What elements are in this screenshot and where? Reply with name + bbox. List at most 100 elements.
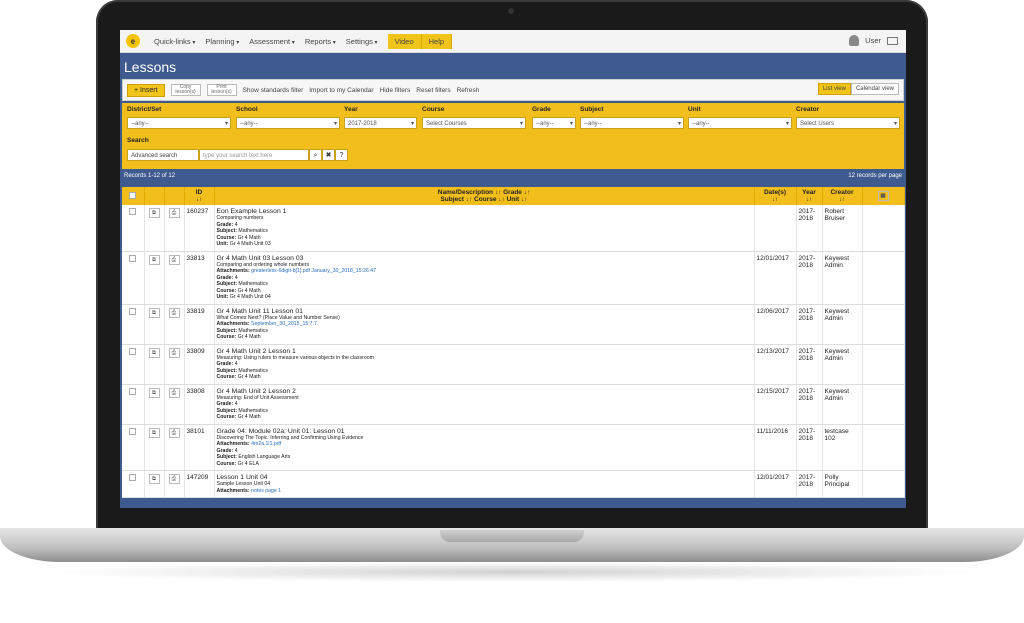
user-area: User — [849, 35, 898, 46]
search-icon[interactable]: ⌕ — [309, 149, 322, 161]
attachment-link[interactable]: September_30_2015_15:7:7 — [251, 321, 317, 327]
lesson-id: 33808 — [184, 384, 215, 425]
page-title: Lessons — [124, 59, 177, 75]
filters-panel: District/Set --any-- School --any-- Year… — [122, 103, 904, 169]
table-row[interactable]: ⧉ ⎙ 38101 Grade 04: Module 02a: Unit 01: Le… — [122, 424, 905, 471]
app-screen: e Quick-links Planning Assessment Report… — [120, 30, 906, 508]
row-checkbox[interactable] — [129, 387, 137, 395]
lesson-id: 147209 — [184, 470, 215, 498]
subject-select[interactable]: --any-- — [580, 117, 684, 130]
lesson-creator: Keywest Admin — [822, 304, 863, 345]
lesson-name[interactable]: Grade 04: Module 02a: Unit 01: Lesson 01 — [217, 428, 752, 435]
print-icon[interactable]: ⎙ — [168, 474, 180, 484]
print-icon[interactable]: ⎙ — [168, 254, 180, 265]
menu-quick-links[interactable]: Quick-links — [154, 37, 195, 46]
menu-video[interactable]: Video — [387, 33, 422, 49]
lesson-date: 12/15/2017 — [754, 384, 797, 425]
lesson-name[interactable]: Eon Example Lesson 1 — [217, 208, 752, 215]
row-checkbox[interactable] — [129, 307, 137, 315]
hide-filters-button[interactable]: Hide filters — [380, 87, 411, 94]
row-checkbox[interactable] — [129, 474, 137, 481]
date-header[interactable]: Date(s) ↓↑ — [754, 187, 797, 205]
column-settings-icon[interactable]: ▦ — [877, 191, 889, 201]
lesson-creator: testcase 102 — [822, 424, 863, 471]
lesson-creator: Robert Bruiser — [822, 205, 863, 252]
table-row[interactable]: ⧉ ⎙ 33819 Gr 4 Math Unit 11 Lesson 01 What C… — [122, 304, 905, 345]
copy-lessons-button[interactable]: Copy lesson(s) — [170, 84, 201, 96]
grade-label: Grade — [532, 106, 551, 113]
lesson-name[interactable]: Gr 4 Math Unit 2 Lesson 2 — [217, 388, 752, 395]
unit-select[interactable]: --any-- — [688, 117, 792, 130]
print-icon[interactable]: ⎙ — [168, 208, 180, 218]
calendar-view-button[interactable]: Calendar view — [850, 83, 899, 95]
print-icon[interactable]: ⎙ — [168, 427, 180, 438]
table-row[interactable]: ⧉ ⎙ 33813 Gr 4 Math Unit 03 Lesson 03 Compar… — [122, 251, 905, 305]
records-per-page[interactable]: 12 records per page — [848, 173, 902, 179]
lesson-name[interactable]: Gr 4 Math Unit 2 Lesson 1 — [217, 348, 752, 355]
menu-help[interactable]: Help — [421, 33, 453, 49]
insert-button[interactable]: + Insert — [127, 83, 165, 97]
mail-icon[interactable] — [887, 36, 898, 45]
lesson-creator: Keywest Admin — [822, 384, 863, 425]
row-checkbox[interactable] — [129, 208, 137, 215]
import-calendar-button[interactable]: Import to my Calendar — [309, 87, 373, 94]
clear-search-icon[interactable]: ✖ — [322, 149, 335, 161]
print-lessons-button[interactable]: Print lesson(s) — [206, 84, 237, 96]
lesson-details: Gr 4 Math Unit 11 Lesson 01 What Comes Ne… — [214, 304, 755, 345]
copy-icon[interactable]: ⧉ — [148, 427, 160, 438]
row-checkbox[interactable] — [129, 347, 137, 355]
app-logo[interactable]: e — [126, 34, 140, 48]
lesson-year: 2017-2018 — [796, 205, 823, 252]
print-icon[interactable]: ⎙ — [168, 307, 180, 318]
year-header[interactable]: Year ↓↑ — [796, 187, 823, 205]
user-menu[interactable]: User — [865, 36, 881, 45]
reset-filters-button[interactable]: Reset filters — [416, 87, 450, 94]
lesson-name[interactable]: Gr 4 Math Unit 03 Lesson 03 — [217, 255, 752, 262]
menu-reports[interactable]: Reports — [305, 37, 336, 46]
copy-icon[interactable]: ⧉ — [148, 347, 160, 358]
table-row[interactable]: ⧉ ⎙ 147209 Lesson 1 Unit 04 Sample Lesson Un… — [122, 470, 905, 498]
table-row[interactable]: ⧉ ⎙ 33809 Gr 4 Math Unit 2 Lesson 1 Measurin… — [122, 344, 905, 385]
attachment-link[interactable]: 4m2a.1l1.pdf — [251, 441, 281, 447]
course-select[interactable]: Select Courses — [422, 117, 526, 130]
copy-icon[interactable]: ⧉ — [148, 387, 160, 398]
copy-icon[interactable]: ⧉ — [148, 474, 160, 484]
table-row[interactable]: ⧉ ⎙ 160237 Eon Example Lesson 1 Comparing nu… — [122, 205, 905, 252]
creator-select[interactable]: Select Users — [796, 117, 900, 130]
copy-icon[interactable]: ⧉ — [148, 254, 160, 265]
search-label: Search — [127, 137, 149, 144]
grade-select[interactable]: --any-- — [532, 117, 576, 130]
copy-icon[interactable]: ⧉ — [148, 208, 160, 218]
print-icon[interactable]: ⎙ — [168, 347, 180, 358]
menu-settings[interactable]: Settings — [346, 37, 378, 46]
lesson-id: 33813 — [184, 251, 215, 305]
menu-assessment[interactable]: Assessment — [249, 37, 295, 46]
table-row[interactable]: ⧉ ⎙ 33808 Gr 4 Math Unit 2 Lesson 2 Measurin… — [122, 384, 905, 425]
lesson-date — [754, 205, 797, 252]
search-help-icon[interactable]: ? — [335, 149, 348, 161]
id-header[interactable]: ID ↓↑ — [184, 187, 215, 205]
menu-planning[interactable]: Planning — [205, 37, 239, 46]
select-all-checkbox[interactable] — [129, 191, 137, 199]
list-view-button[interactable]: List view — [817, 83, 851, 95]
school-select[interactable]: --any-- — [236, 117, 340, 130]
district-select[interactable]: --any-- — [127, 117, 231, 130]
attachment-link[interactable]: greaterless-6digit-b[1].pdf January_30_2… — [251, 268, 376, 274]
show-standards-filter-button[interactable]: Show standards filter — [243, 87, 304, 94]
lesson-name[interactable]: Lesson 1 Unit 04 — [217, 474, 752, 481]
year-label: Year — [344, 106, 358, 113]
search-mode-select[interactable]: Advanced search — [127, 149, 199, 161]
row-checkbox[interactable] — [129, 427, 137, 435]
copy-icon[interactable]: ⧉ — [148, 307, 160, 318]
user-avatar-icon — [849, 35, 860, 46]
search-input[interactable]: type your search text here — [199, 149, 309, 161]
lesson-name[interactable]: Gr 4 Math Unit 11 Lesson 01 — [217, 308, 752, 315]
creator-header[interactable]: Creator ↓↑ — [822, 187, 863, 205]
lesson-date: 12/01/2017 — [754, 470, 797, 498]
name-header[interactable]: Name/Description ↓↑ Grade ↓↑ Subject ↓↑ C… — [214, 187, 755, 205]
attachment-link[interactable]: notes page 1 — [251, 488, 281, 494]
print-icon[interactable]: ⎙ — [168, 387, 180, 398]
row-checkbox[interactable] — [129, 254, 137, 262]
refresh-button[interactable]: Refresh — [457, 87, 480, 94]
year-select[interactable]: 2017-2018 — [344, 117, 417, 130]
